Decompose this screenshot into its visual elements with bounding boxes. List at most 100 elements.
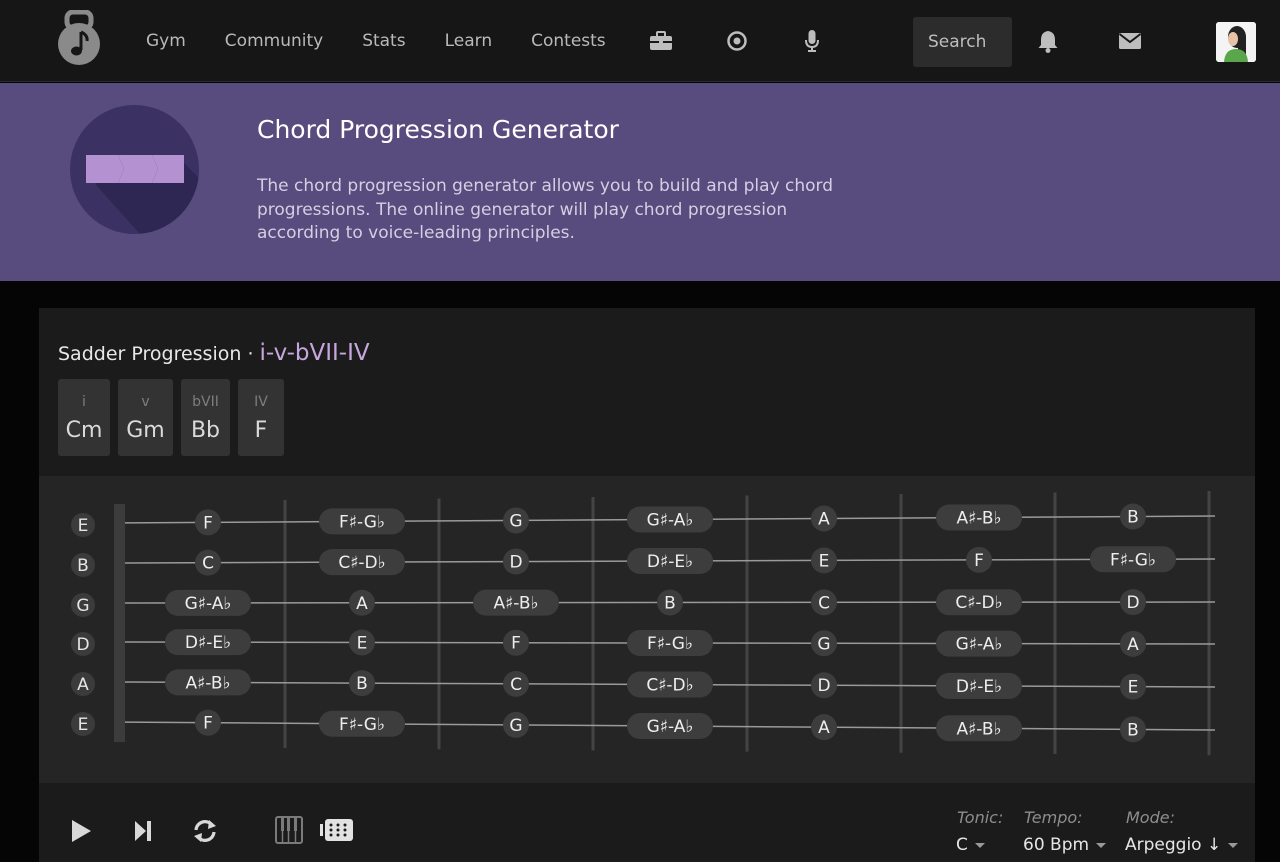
note-label: B — [1127, 720, 1139, 740]
chord-name: Gm — [126, 418, 165, 443]
note-label: B — [356, 674, 368, 694]
note-label: D — [509, 553, 522, 573]
tempo-value[interactable]: 60 Bpm — [1023, 835, 1107, 855]
note-label: D♯-E♭ — [956, 677, 1002, 697]
nav-link-gym[interactable]: Gym — [146, 31, 186, 51]
chord-card[interactable]: IV F — [238, 379, 284, 456]
envelope-icon[interactable] — [1117, 28, 1143, 54]
piano-icon[interactable] — [274, 815, 304, 845]
chord-progression-badge-icon — [70, 105, 199, 234]
heading-separator: · — [247, 343, 254, 365]
mode-label: Mode: — [1126, 808, 1175, 827]
page-description: The chord progression generator allows y… — [257, 176, 833, 243]
note-label: G♯-A♭ — [956, 635, 1003, 655]
note-label: A♯-B♭ — [185, 673, 230, 693]
note-label: C♯-D♭ — [338, 553, 385, 573]
note-label: G♯-A♭ — [185, 594, 232, 614]
note-label: A — [818, 509, 830, 529]
tonic-value[interactable]: C — [956, 835, 985, 855]
kettlebell-logo-icon[interactable] — [56, 9, 102, 66]
tempo-value-text: 60 Bpm — [1023, 835, 1090, 855]
note-label: G — [509, 511, 522, 531]
note-label: F — [203, 714, 213, 734]
target-icon[interactable] — [724, 28, 750, 54]
note-label: F — [203, 513, 213, 533]
string-label: E — [78, 516, 89, 536]
string-label: B — [77, 556, 89, 576]
note-label: E — [357, 633, 368, 653]
progression-heading: Sadder Progression · i-v-bVII-IV — [58, 340, 370, 366]
search-input[interactable] — [913, 17, 1012, 67]
guitar-fretboard-icon[interactable] — [320, 816, 354, 844]
hero-banner: Chord Progression Generator The chord pr… — [0, 83, 1280, 281]
play-icon[interactable] — [67, 817, 95, 845]
briefcase-icon[interactable] — [648, 28, 674, 54]
chord-name: F — [254, 418, 268, 443]
top-navbar: Gym Community Stats Learn Contests — [0, 0, 1280, 82]
note-label: C — [202, 554, 214, 574]
note-label: F♯-G♭ — [647, 634, 693, 654]
mode-value-text: Arpeggio ↓ — [1125, 835, 1222, 855]
note-label: D♯-E♭ — [185, 633, 231, 653]
note-label: E — [819, 551, 830, 571]
note-label: F♯-G♭ — [339, 715, 385, 735]
chevron-down-icon — [1228, 842, 1239, 848]
nav-link-community[interactable]: Community — [225, 31, 323, 51]
fretboard-svg: EBGDAEF F♯-G♭ G G♯-A♭ A A♯-B♭ BC C♯-D♭ D D♯-E♭ E F F… — [71, 491, 1216, 756]
chord-card[interactable]: i Cm — [58, 379, 110, 456]
note-label: A♯-B♭ — [956, 719, 1001, 739]
chord-list: i Cm v Gm bVII Bb IV F — [58, 379, 284, 456]
progression-code: i-v-bVII-IV — [259, 340, 370, 366]
note-label: F — [974, 551, 984, 571]
chord-name: Bb — [190, 418, 221, 443]
string-label: D — [76, 635, 89, 655]
string-label: G — [76, 596, 89, 616]
note-label: G — [509, 716, 522, 736]
chord-degree: bVII — [192, 394, 219, 410]
note-label: B — [664, 593, 676, 613]
chord-card[interactable]: bVII Bb — [181, 379, 230, 456]
note-label: D — [817, 676, 830, 696]
note-label: E — [1128, 678, 1139, 698]
note-label: B — [1127, 508, 1139, 528]
note-label: A — [1127, 635, 1139, 655]
chord-degree: v — [141, 394, 150, 410]
nav-link-stats[interactable]: Stats — [362, 31, 405, 51]
playback-controls: Tonic: C Tempo: 60 Bpm Mode: Arpeggio ↓ — [39, 783, 1255, 862]
note-label: F♯-G♭ — [1110, 550, 1156, 570]
chevron-down-icon — [974, 842, 985, 848]
fretboard: E B G D A E F F♯-G♭ G G♯-A♭ A A♯-B♭ B C C♯-D♭ D D♯-E♭ E F F… — [39, 476, 1255, 783]
tempo-label: Tempo: — [1024, 808, 1083, 827]
note-label: C♯-D♭ — [646, 676, 693, 696]
note-label: C — [818, 593, 830, 613]
note-label: G♯-A♭ — [647, 510, 694, 530]
chord-name: Cm — [65, 418, 103, 443]
note-label: F — [511, 634, 521, 654]
tonic-value-text: C — [956, 835, 968, 855]
tonic-label: Tonic: — [957, 808, 1004, 827]
mode-value[interactable]: Arpeggio ↓ — [1125, 835, 1239, 855]
chord-degree: IV — [254, 394, 268, 410]
bell-icon[interactable] — [1035, 28, 1061, 54]
note-label: A♯-B♭ — [956, 509, 1001, 529]
note-label: G♯-A♭ — [647, 717, 694, 737]
note-label: A — [356, 594, 368, 614]
note-label: C — [510, 675, 522, 695]
note-label: D♯-E♭ — [647, 552, 693, 572]
nav-link-learn[interactable]: Learn — [445, 31, 493, 51]
string-label: A — [77, 675, 89, 695]
microphone-icon[interactable] — [799, 28, 825, 54]
nav-link-contests[interactable]: Contests — [531, 31, 606, 51]
note-label: F♯-G♭ — [339, 512, 385, 532]
string-label: E — [78, 715, 89, 735]
note-label: G — [817, 634, 830, 654]
progression-card: Sadder Progression · i-v-bVII-IV i Cm v … — [39, 308, 1255, 862]
skip-next-icon[interactable] — [130, 817, 156, 845]
chord-card[interactable]: v Gm — [118, 379, 173, 456]
user-avatar[interactable] — [1216, 22, 1256, 62]
repeat-icon[interactable] — [190, 816, 220, 846]
note-label: A — [818, 718, 830, 738]
chevron-down-icon — [1096, 842, 1107, 848]
fretboard-nut — [114, 504, 125, 742]
page-title: Chord Progression Generator — [257, 115, 619, 144]
